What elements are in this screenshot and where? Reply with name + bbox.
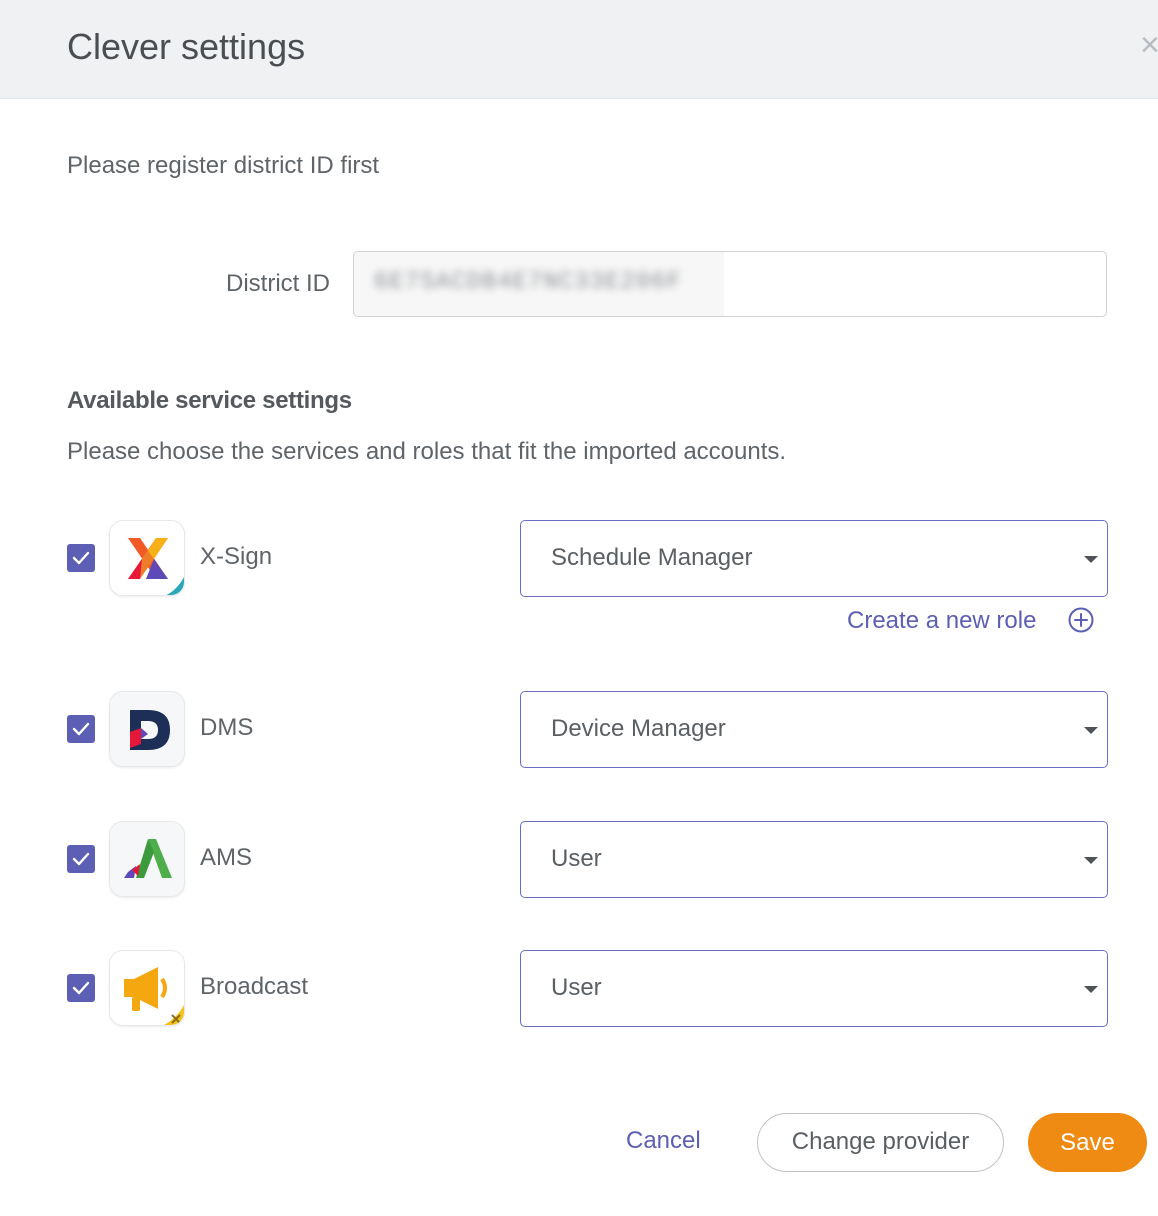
checkmark-icon — [72, 551, 90, 565]
chevron-down-icon — [1084, 857, 1098, 864]
district-id-value-redacted: 6E7SACDB4E7NC33E206F — [354, 252, 724, 316]
service-checkbox-dms[interactable] — [67, 715, 95, 743]
cancel-button[interactable]: Cancel — [626, 1127, 701, 1155]
chevron-down-icon — [1084, 727, 1098, 734]
create-new-role-link[interactable]: Create a new role — [847, 607, 1094, 635]
service-row-dms: DMS Device Manager — [0, 691, 1158, 771]
close-icon[interactable]: × — [1140, 28, 1158, 62]
clever-settings-dialog: Clever settings × Please register distri… — [0, 0, 1158, 1216]
district-id-label: District ID — [226, 270, 330, 297]
role-select-dms[interactable]: Device Manager — [520, 691, 1108, 768]
district-id-value: 6E7SACDB4E7NC33E206F — [374, 269, 683, 296]
section-title: Available service settings — [67, 387, 352, 414]
save-button[interactable]: Save — [1028, 1113, 1147, 1172]
service-name-ams: AMS — [200, 844, 253, 871]
role-select-x-sign[interactable]: Schedule Manager — [520, 520, 1108, 597]
intro-text: Please register district ID first — [67, 152, 380, 179]
plus-circle-icon — [1068, 607, 1094, 633]
broadcast-app-icon — [109, 950, 185, 1026]
checkmark-icon — [72, 852, 90, 866]
service-name-dms: DMS — [200, 714, 254, 741]
role-select-value: User — [551, 845, 602, 872]
checkmark-icon — [72, 981, 90, 995]
service-checkbox-broadcast[interactable] — [67, 974, 95, 1002]
dms-app-icon — [109, 691, 185, 767]
dialog-title: Clever settings — [67, 26, 306, 67]
create-new-role-label: Create a new role — [847, 607, 1037, 634]
ams-app-icon — [109, 821, 185, 897]
role-select-value: User — [551, 974, 602, 1001]
service-name-broadcast: Broadcast — [200, 973, 309, 1000]
service-checkbox-x-sign[interactable] — [67, 544, 95, 572]
service-row-ams: AMS User — [0, 821, 1158, 901]
role-select-ams[interactable]: User — [520, 821, 1108, 898]
chevron-down-icon — [1084, 556, 1098, 563]
service-name-x-sign: X-Sign — [200, 543, 273, 570]
district-id-input[interactable]: 6E7SACDB4E7NC33E206F — [353, 251, 1107, 317]
service-row-x-sign: X-Sign Schedule Manager — [0, 520, 1158, 600]
x-sign-app-icon — [109, 520, 185, 596]
section-subtitle: Please choose the services and roles tha… — [67, 438, 787, 465]
role-select-value: Device Manager — [551, 715, 726, 742]
change-provider-button[interactable]: Change provider — [757, 1113, 1004, 1172]
chevron-down-icon — [1084, 986, 1098, 993]
service-row-broadcast: Broadcast User — [0, 950, 1158, 1030]
role-select-broadcast[interactable]: User — [520, 950, 1108, 1027]
dialog-header: Clever settings × — [0, 0, 1158, 99]
service-checkbox-ams[interactable] — [67, 845, 95, 873]
checkmark-icon — [72, 722, 90, 736]
role-select-value: Schedule Manager — [551, 544, 753, 571]
